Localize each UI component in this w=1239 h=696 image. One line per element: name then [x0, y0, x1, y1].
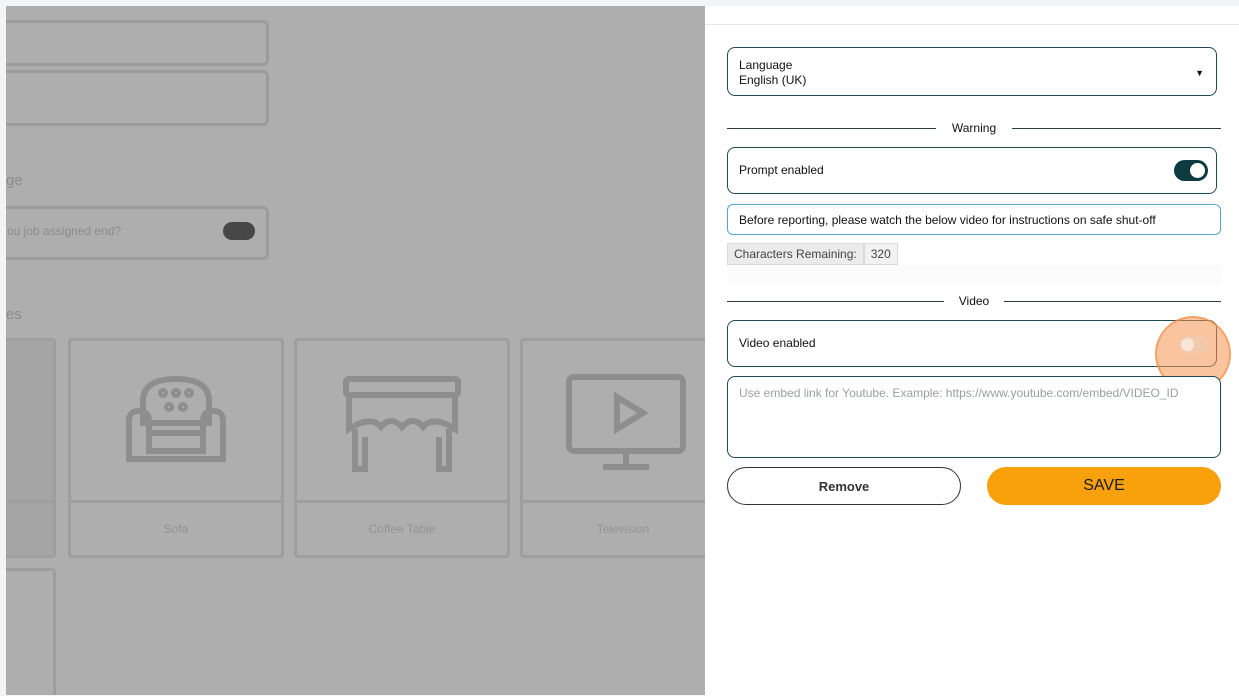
background-section-label: ge: [6, 172, 23, 189]
background-card-caption: [6, 500, 53, 555]
background-toggle: [223, 222, 255, 240]
background-field: [6, 20, 269, 66]
background-card-caption: Television: [523, 500, 705, 555]
background-card-caption: Coffee Table: [297, 500, 507, 555]
language-value: English (UK): [739, 73, 807, 87]
background-section-label: es: [6, 306, 22, 323]
background-card-sofa: Sofa: [68, 338, 284, 558]
language-label: Language: [739, 58, 793, 72]
video-divider: Video: [727, 294, 1221, 308]
video-divider-label: Video: [958, 294, 990, 308]
settings-panel: Language English (UK) ▼ Warning Prompt e…: [705, 24, 1239, 696]
panel-header: [705, 6, 1239, 24]
armchair-icon: [121, 371, 231, 476]
characters-remaining: Characters Remaining: 320: [727, 243, 898, 265]
background-card-television: Television: [520, 338, 705, 558]
video-url-input[interactable]: [727, 376, 1221, 458]
background-card: [6, 568, 56, 695]
warning-divider: Warning: [727, 121, 1221, 135]
background-card-caption: Sofa: [71, 500, 281, 555]
background-card-coffee-table: Coffee Table: [294, 338, 510, 558]
prompt-enabled-toggle[interactable]: [1174, 160, 1208, 181]
language-select[interactable]: Language English (UK) ▼: [727, 47, 1217, 96]
background-toggle-row: ou job assigned end?: [6, 206, 269, 260]
video-enabled-label: Video enabled: [739, 336, 816, 350]
tv-icon: [563, 371, 689, 480]
prompt-enabled-label: Prompt enabled: [739, 163, 824, 177]
toggle-knob: [1181, 338, 1194, 351]
background-field: [6, 70, 269, 126]
video-enabled-row: Video enabled: [727, 320, 1217, 367]
warning-divider-label: Warning: [951, 121, 997, 135]
characters-remaining-label: Characters Remaining:: [727, 243, 864, 265]
remove-button[interactable]: Remove: [727, 467, 961, 505]
video-enabled-toggle[interactable]: [1179, 336, 1209, 353]
prompt-enabled-row: Prompt enabled: [727, 147, 1217, 194]
toggle-knob: [1190, 163, 1205, 178]
counter-background: [727, 265, 1221, 285]
prompt-text-input[interactable]: Before reporting, please watch the below…: [727, 204, 1221, 235]
save-button[interactable]: SAVE: [987, 467, 1221, 505]
background-card: [6, 338, 56, 558]
background-toggle-label: ou job assigned end?: [7, 224, 122, 238]
background-overlay: ge ou job assigned end? es Sofa Coffee T…: [6, 6, 705, 695]
table-icon: [341, 371, 463, 486]
caret-down-icon: ▼: [1195, 68, 1204, 78]
characters-remaining-value: 320: [863, 243, 898, 265]
